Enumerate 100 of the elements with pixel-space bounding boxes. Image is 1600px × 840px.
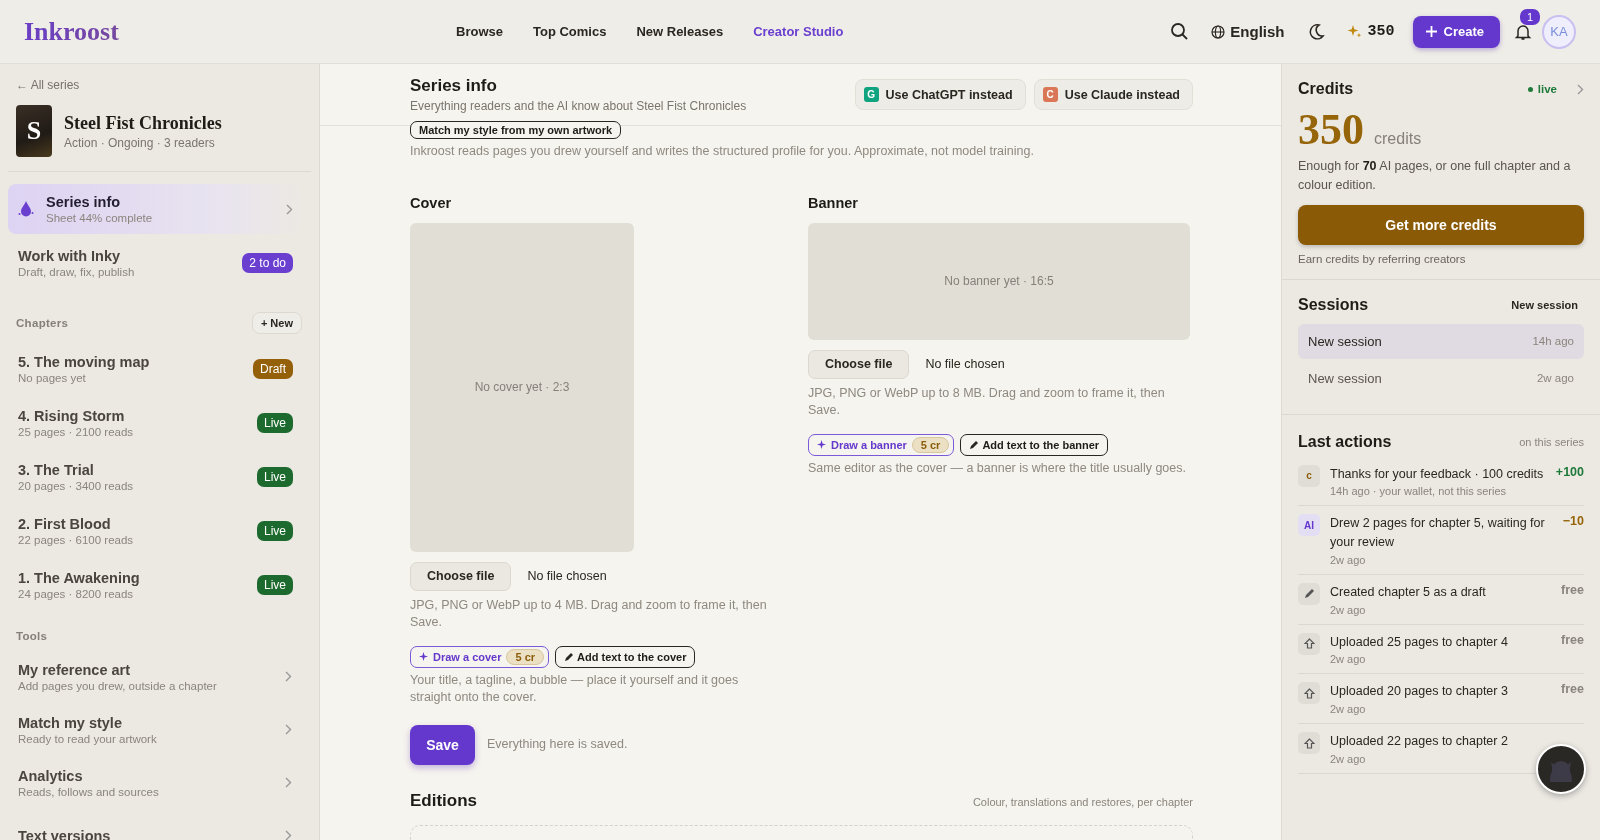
upload-hint: JPG, PNG or WebP up to 8 MB. Drag and zoom to frame it, then Save.	[808, 384, 1166, 419]
add-text-button[interactable]: Add text to the banner	[960, 433, 1109, 456]
style-note: Inkroost reads pages you drew yourself and writes the structured profile for you. Approximate, not model training.	[410, 143, 1035, 160]
action-amount: free	[1561, 632, 1584, 649]
session-item[interactable]: New session 2w ago	[1298, 360, 1584, 396]
draw-button[interactable]: Draw a banner 5 cr	[808, 433, 955, 456]
tool-item[interactable]: Analytics Reads, follows and sources	[8, 756, 302, 809]
panel-title: Last actions	[1298, 432, 1392, 451]
action-amount: +100	[1555, 464, 1584, 481]
tool-item[interactable]: My reference art Add pages you drew, outside a chapter	[8, 650, 302, 703]
match-style-button[interactable]: Match my style from my own artwork	[410, 121, 622, 139]
action-time: 14h ago · your wallet, not this series	[1330, 485, 1508, 498]
section-note: Colour, translations and restores, per chapter	[972, 795, 1193, 808]
choose-file-button[interactable]: Choose file	[410, 561, 512, 591]
status-badge: Live	[257, 521, 293, 541]
item-subtitle: Sheet 44% complete	[46, 212, 154, 224]
section-label: Chapters	[16, 317, 69, 329]
session-item[interactable]: New session 14h ago	[1298, 323, 1584, 359]
series-meta: Action · Ongoing · 3 readers	[64, 135, 216, 150]
panel-title: Sessions	[1298, 295, 1369, 314]
notification-badge: 1	[1520, 8, 1541, 25]
chapter-meta: 25 pages · 2100 reads	[18, 426, 135, 438]
editor-note: Your title, a tagline, a bubble — place it yourself and it goes straight onto the cover.	[410, 671, 740, 706]
new-chapter-button[interactable]: + New	[251, 312, 302, 334]
chevron-right-icon	[285, 724, 292, 735]
chapter-title: 5. The moving map	[18, 354, 151, 370]
assistant-button[interactable]: G Use ChatGPT instead	[854, 79, 1026, 110]
cost-badge: 5 cr	[911, 436, 950, 453]
nav-link[interactable]: Top Comics	[532, 24, 607, 39]
pencil-icon	[1298, 582, 1320, 605]
action-amount: free	[1561, 582, 1584, 599]
pencil-icon	[564, 651, 575, 662]
chevron-right-icon	[1577, 83, 1584, 95]
action-time: 2w ago	[1330, 553, 1367, 566]
action-text: Uploaded 25 pages to chapter 4	[1330, 633, 1509, 651]
tool-item[interactable]: Match my style Ready to read your artwork	[8, 703, 302, 756]
globe-icon	[1211, 24, 1226, 39]
section-label: Tools	[16, 630, 48, 642]
item-subtitle: Draft, draw, fix, publish	[18, 266, 136, 278]
get-credits-button[interactable]: Get more credits	[1298, 204, 1584, 245]
chevron-right-icon	[285, 777, 292, 788]
series-cover: S	[16, 105, 52, 157]
chapter-title: 4. Rising Storm	[18, 408, 126, 424]
status-badge: Live	[257, 575, 293, 595]
action-text: Uploaded 20 pages to chapter 3	[1330, 683, 1509, 701]
nav-link[interactable]: New Releases	[636, 24, 724, 39]
live-indicator: live	[1527, 83, 1557, 95]
chapter-item[interactable]: 2. First Blood 22 pages · 6100 reads Live	[8, 504, 303, 558]
chapter-item[interactable]: 3. The Trial 20 pages · 3400 reads Live	[8, 450, 303, 504]
bell-icon[interactable]	[1514, 22, 1532, 41]
item-title: Series info	[46, 194, 122, 210]
editor-note: Same editor as the cover — a banner is where the title usually goes.	[808, 459, 1187, 477]
sidebar-item[interactable]: Work with Inky Draft, draw, fix, publish 2 to do	[8, 240, 303, 286]
action-time: 2w ago	[1330, 653, 1367, 666]
plus-icon	[1424, 25, 1438, 38]
todo-badge: 2 to do	[242, 253, 293, 273]
action-time: 2w ago	[1330, 752, 1367, 765]
pencil-icon	[969, 439, 980, 450]
upload-hint: JPG, PNG or WebP up to 4 MB. Drag and zoom to frame it, then Save.	[410, 596, 768, 631]
upload-icon	[1298, 632, 1320, 655]
draw-button[interactable]: Draw a cover 5 cr	[410, 645, 550, 668]
search-icon[interactable]	[1170, 22, 1190, 41]
tool-title: My reference art	[18, 661, 132, 678]
section-title: Banner	[808, 194, 859, 211]
status-badge: Live	[257, 467, 293, 487]
chevron-right-icon	[285, 671, 292, 682]
upload-icon	[1298, 732, 1320, 754]
page-title: Series info	[410, 76, 498, 96]
choose-file-button[interactable]: Choose file	[808, 349, 910, 379]
sparkle-icon	[419, 652, 428, 661]
chapter-item[interactable]: 4. Rising Storm 25 pages · 2100 reads Live	[8, 396, 303, 450]
nav-link[interactable]: Creator Studio	[753, 24, 844, 39]
nav-link[interactable]: Browse	[456, 24, 503, 39]
referral-note: Earn credits by referring creators	[1298, 252, 1467, 265]
credit-balance[interactable]: 350	[1346, 23, 1395, 40]
action-amount: free	[1561, 682, 1584, 699]
status-badge: Live	[257, 413, 293, 433]
back-link[interactable]: ← All series	[16, 78, 80, 92]
chevron-right-icon	[286, 203, 293, 215]
chapter-meta: 24 pages · 8200 reads	[18, 588, 135, 600]
chapter-item[interactable]: 5. The moving map No pages yet Draft	[8, 342, 303, 396]
assistant-button[interactable]: C Use Claude instead	[1033, 79, 1193, 110]
chapter-title: 2. First Blood	[18, 516, 112, 532]
credit-note: Enough for 70 AI pages, or one full chapter and a colour edition.	[1298, 158, 1572, 194]
new-session-button[interactable]: New session	[1505, 297, 1584, 312]
ai-icon: AI	[1298, 514, 1320, 537]
chapter-meta: 20 pages · 3400 reads	[18, 480, 135, 492]
file-name: No file chosen	[925, 357, 1005, 371]
item-title: Work with Inky	[18, 248, 122, 264]
chapter-item[interactable]: 1. The Awakening 24 pages · 8200 reads Live	[8, 558, 303, 612]
file-name: No file chosen	[527, 569, 607, 583]
create-button[interactable]: Create	[1412, 15, 1500, 48]
chevron-right-icon	[285, 830, 292, 840]
save-button[interactable]: Save	[410, 724, 475, 765]
add-text-button[interactable]: Add text to the cover	[555, 645, 696, 668]
tool-title: Analytics	[18, 767, 84, 784]
language-selector[interactable]: English	[1211, 23, 1285, 40]
tool-item[interactable]: Text versions	[8, 809, 302, 840]
action-amount: −10	[1562, 514, 1584, 531]
chapter-meta: 22 pages · 6100 reads	[18, 534, 135, 546]
